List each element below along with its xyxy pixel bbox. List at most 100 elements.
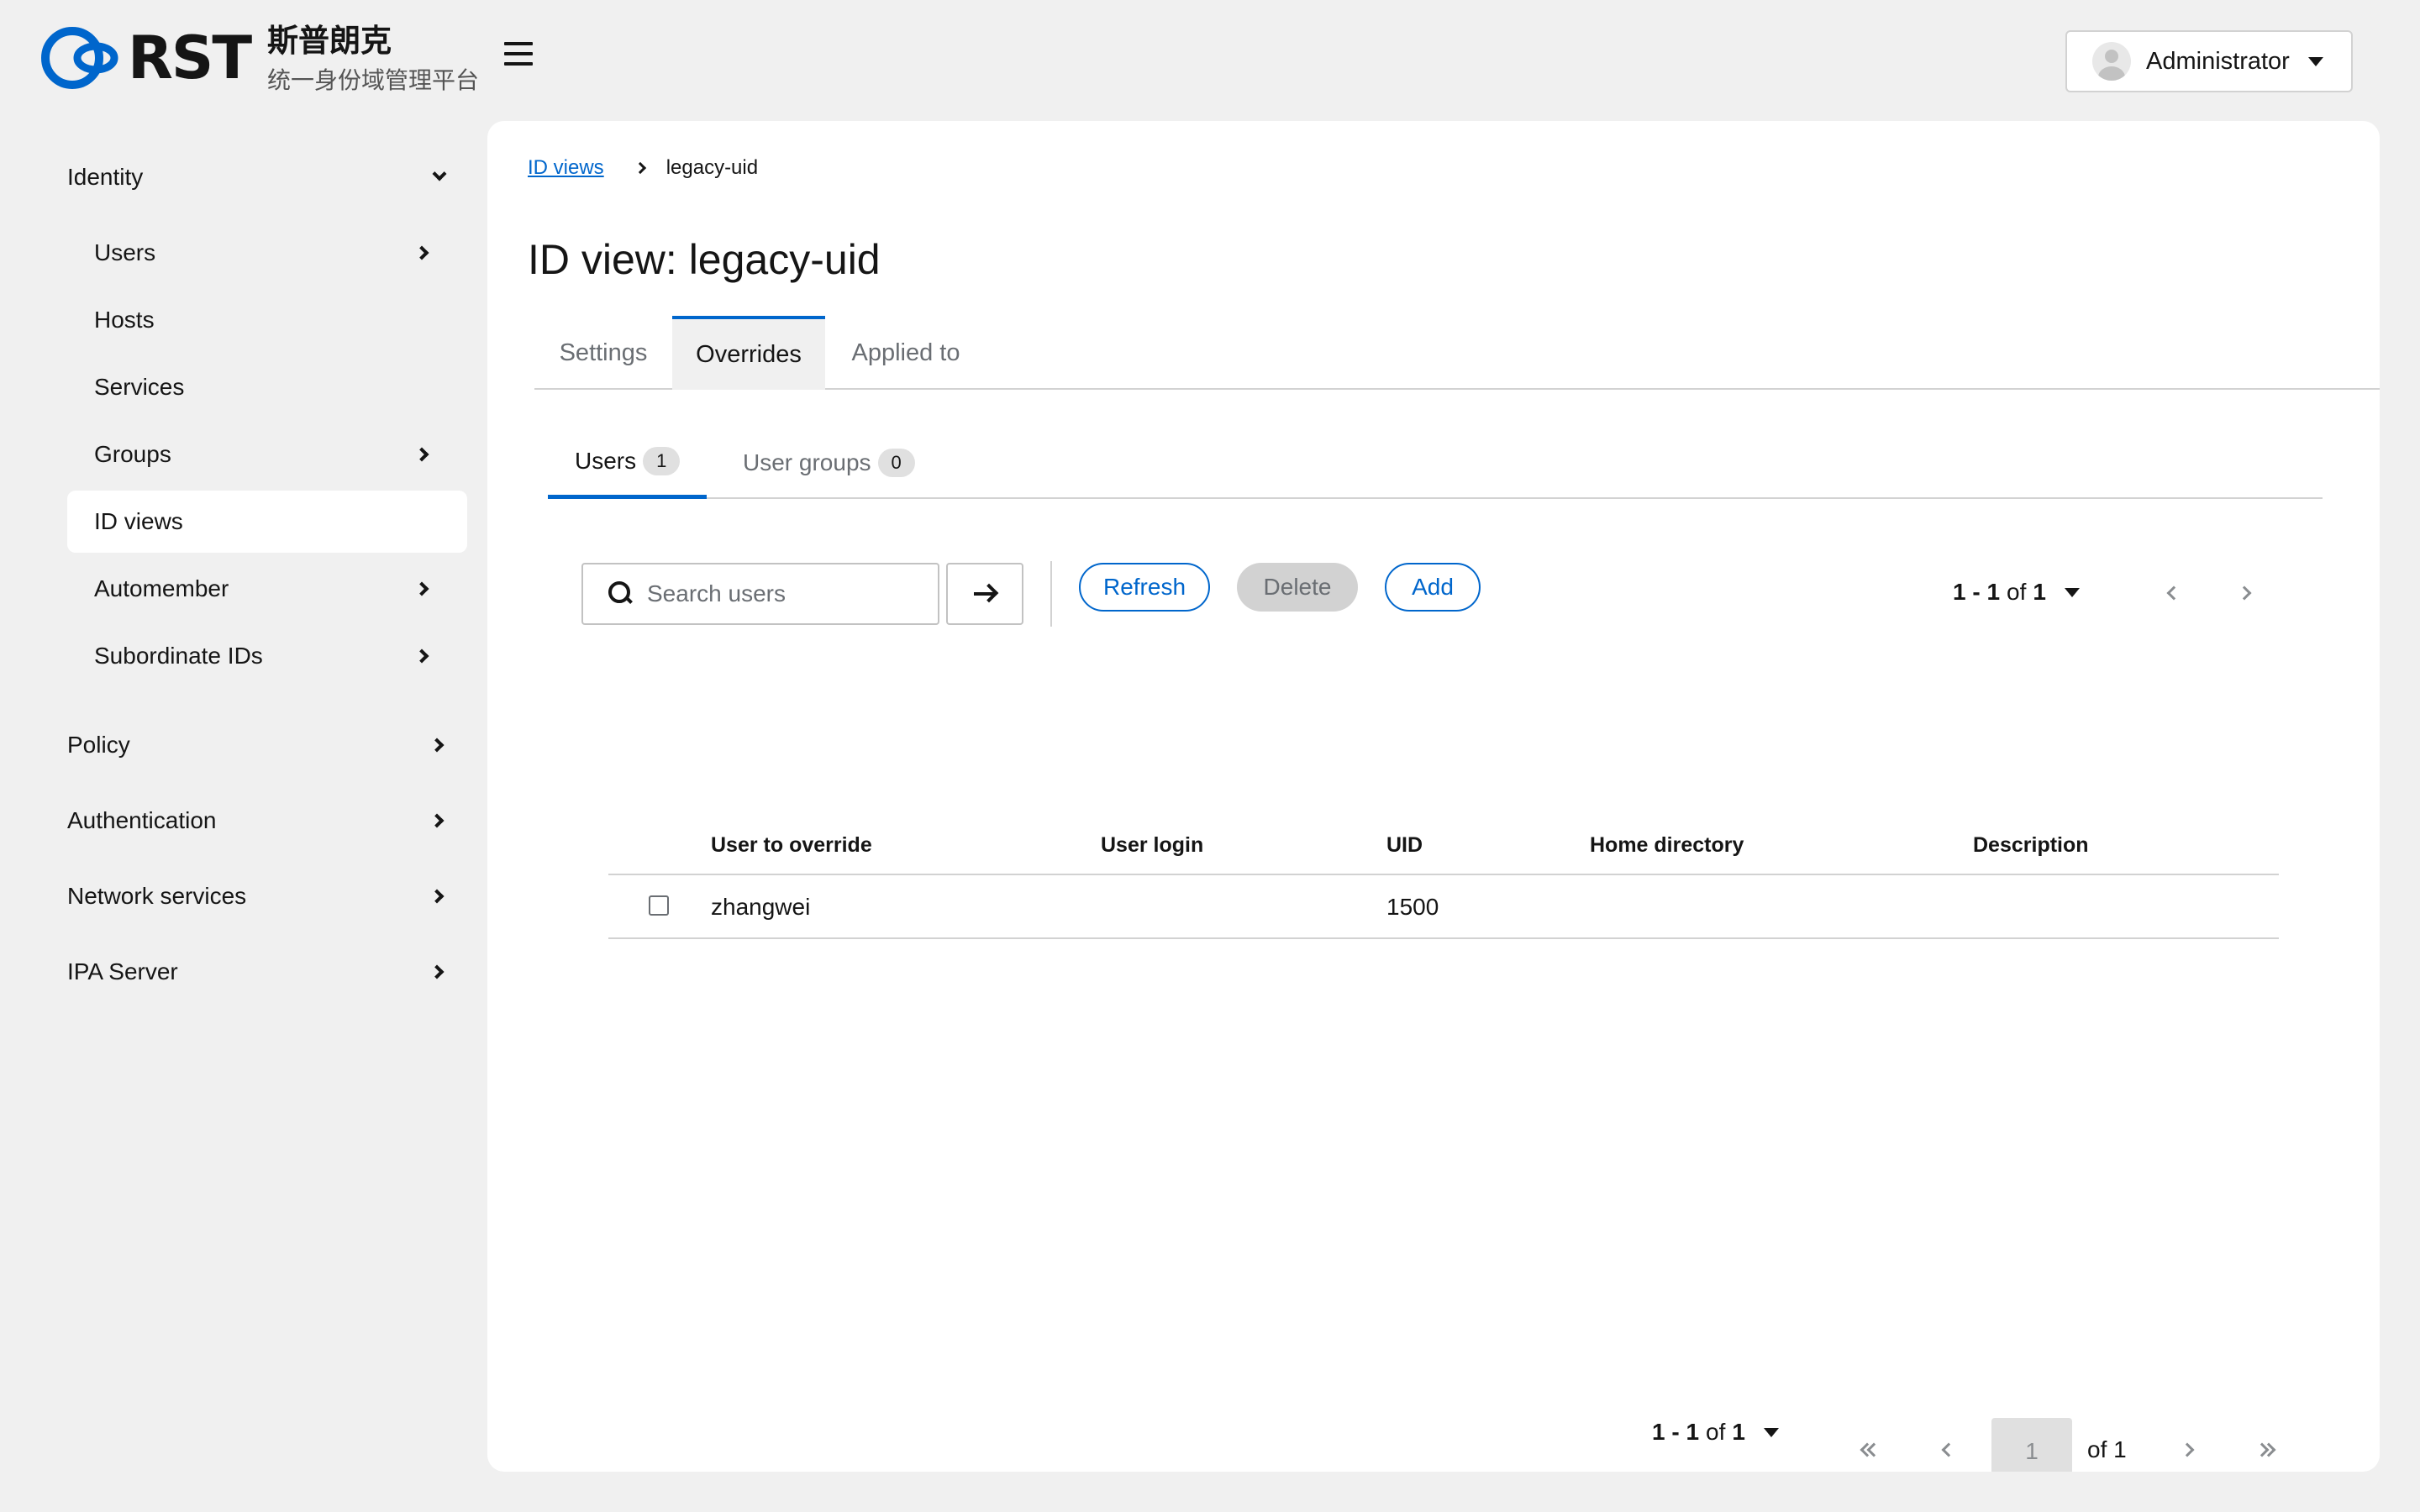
hamburger-icon[interactable] (504, 42, 533, 66)
pagination-range: 1 - 1 (1652, 1419, 1700, 1445)
pagination-toggle-top[interactable]: 1 - 1 of 1 (1953, 566, 2080, 618)
column-header-home-directory[interactable]: Home directory (1590, 833, 1744, 858)
brand-logo-text: RST (128, 24, 252, 92)
pagination-of: of (1706, 1419, 1726, 1445)
sidebar-group-ipa-server[interactable]: IPA Server (67, 941, 445, 1003)
user-menu-toggle[interactable]: Administrator (2065, 30, 2353, 92)
sidebar-item-groups[interactable]: Groups (67, 423, 467, 486)
main-panel: ID views legacy-uid ID view: legacy-uid … (487, 121, 2380, 1472)
arrow-right-icon (974, 584, 996, 604)
count-badge: 0 (877, 449, 915, 477)
pagination-range: 1 - 1 (1953, 579, 2001, 605)
sidebar-item-id-views[interactable]: ID views (67, 491, 467, 553)
total-pages-label: of 1 (2087, 1436, 2127, 1462)
column-header-user-to-override[interactable]: User to override (711, 833, 872, 858)
sidebar-group-authentication[interactable]: Authentication (67, 790, 445, 852)
search-input[interactable] (647, 580, 916, 607)
brand-name: 斯普朗克 (267, 23, 392, 59)
sidebar-item-label: Users (94, 239, 156, 265)
previous-page-button[interactable] (2154, 576, 2188, 610)
tab-overrides[interactable]: Overrides (672, 316, 825, 390)
chevron-right-icon (429, 736, 449, 754)
chevron-right-icon (429, 963, 449, 981)
breadcrumb: ID views legacy-uid (528, 156, 758, 180)
sidebar-item-automember[interactable]: Automember (67, 558, 467, 620)
sidebar-item-label: Services (94, 374, 185, 400)
tab-label: Applied to (851, 339, 960, 366)
breadcrumb-link-id-views[interactable]: ID views (528, 156, 604, 180)
chevron-right-icon (429, 811, 449, 830)
brand-subtitle: 统一身份域管理平台 (267, 66, 480, 94)
tabs: Settings Overrides Applied to (534, 316, 2380, 390)
column-header-description[interactable]: Description (1973, 833, 2089, 858)
pagination-of: of (2007, 579, 2027, 605)
subtab-label: User groups (743, 449, 871, 475)
chevron-down-icon (430, 166, 449, 186)
subtab-user-groups[interactable]: User groups 0 (716, 427, 942, 499)
brand-text: 斯普朗克 统一身份域管理平台 (267, 22, 479, 97)
sidebar-item-users[interactable]: Users (67, 222, 467, 284)
brand-logo: RST (39, 22, 252, 94)
row-checkbox[interactable] (649, 895, 669, 916)
subtab-label: Users (575, 447, 637, 474)
overrides-table: User to override User login UID Home dir… (608, 815, 2279, 939)
avatar (2092, 42, 2131, 81)
sidebar-group-label: Policy (67, 732, 130, 758)
column-header-uid[interactable]: UID (1386, 833, 1423, 858)
sidebar-item-label: Subordinate IDs (94, 643, 263, 669)
chevron-right-icon (429, 887, 449, 906)
table-row: zhangwei 1500 (608, 875, 2279, 939)
tab-label: Overrides (696, 340, 802, 368)
user-name: Administrator (2146, 47, 2290, 75)
count-badge: 1 (643, 446, 681, 475)
sidebar-group-identity[interactable]: Identity (67, 146, 447, 208)
caret-down-icon (2064, 587, 2080, 597)
sidebar-group-label: Identity (67, 164, 144, 190)
tab-applied-to[interactable]: Applied to (825, 316, 986, 390)
refresh-button[interactable]: Refresh (1079, 563, 1210, 612)
sidebar-item-services[interactable]: Services (67, 356, 467, 418)
cell-user-to-override[interactable]: zhangwei (711, 894, 810, 921)
sidebar-item-subordinate-ids[interactable]: Subordinate IDs (67, 625, 467, 687)
sidebar-item-label: Groups (94, 441, 171, 467)
tab-label: Settings (559, 339, 648, 366)
delete-button[interactable]: Delete (1237, 563, 1358, 612)
caret-down-icon (2307, 56, 2323, 66)
next-page-button-bottom[interactable] (2173, 1433, 2207, 1467)
pagination-toggle-bottom[interactable]: 1 - 1 of 1 (1652, 1406, 1779, 1458)
sidebar-item-hosts[interactable]: Hosts (67, 289, 467, 351)
cell-uid: 1500 (1386, 894, 1439, 920)
add-button[interactable]: Add (1385, 563, 1481, 612)
double-chevron-right-icon (2254, 1442, 2276, 1457)
last-page-button[interactable] (2249, 1433, 2282, 1467)
chevron-right-icon (2237, 585, 2252, 601)
double-chevron-left-icon (1860, 1442, 1881, 1457)
search-box (581, 563, 939, 625)
caret-down-icon (1763, 1427, 1779, 1437)
table-header: User to override User login UID Home dir… (608, 815, 2279, 875)
subtab-users[interactable]: Users 1 (548, 427, 708, 499)
previous-page-button-bottom[interactable] (1929, 1433, 1963, 1467)
chevron-right-icon (414, 244, 434, 262)
first-page-button[interactable] (1854, 1433, 1887, 1467)
subtabs: Users 1 User groups 0 (548, 427, 2323, 499)
chevron-right-icon (634, 161, 646, 175)
current-page-input[interactable]: 1 (1991, 1418, 2072, 1472)
chevron-right-icon (414, 647, 434, 665)
column-header-user-login[interactable]: User login (1101, 833, 1203, 858)
chevron-left-icon (2166, 585, 2181, 601)
sidebar-item-label: Hosts (94, 307, 155, 333)
tab-settings[interactable]: Settings (534, 316, 672, 390)
pagination-total: 1 (2033, 579, 2046, 605)
chevron-right-icon (414, 445, 434, 464)
sidebar-group-policy[interactable]: Policy (67, 714, 445, 776)
toolbar-divider (1050, 561, 1052, 627)
next-page-button[interactable] (2230, 576, 2264, 610)
page-title: ID view: legacy-uid (528, 236, 881, 283)
search-submit-button[interactable] (946, 563, 1023, 625)
chevron-left-icon (1941, 1442, 1956, 1457)
sidebar-group-network-services[interactable]: Network services (67, 865, 445, 927)
sidebar-item-label: ID views (94, 508, 183, 534)
chevron-right-icon (414, 580, 434, 598)
sidebar-group-label: Authentication (67, 807, 217, 833)
